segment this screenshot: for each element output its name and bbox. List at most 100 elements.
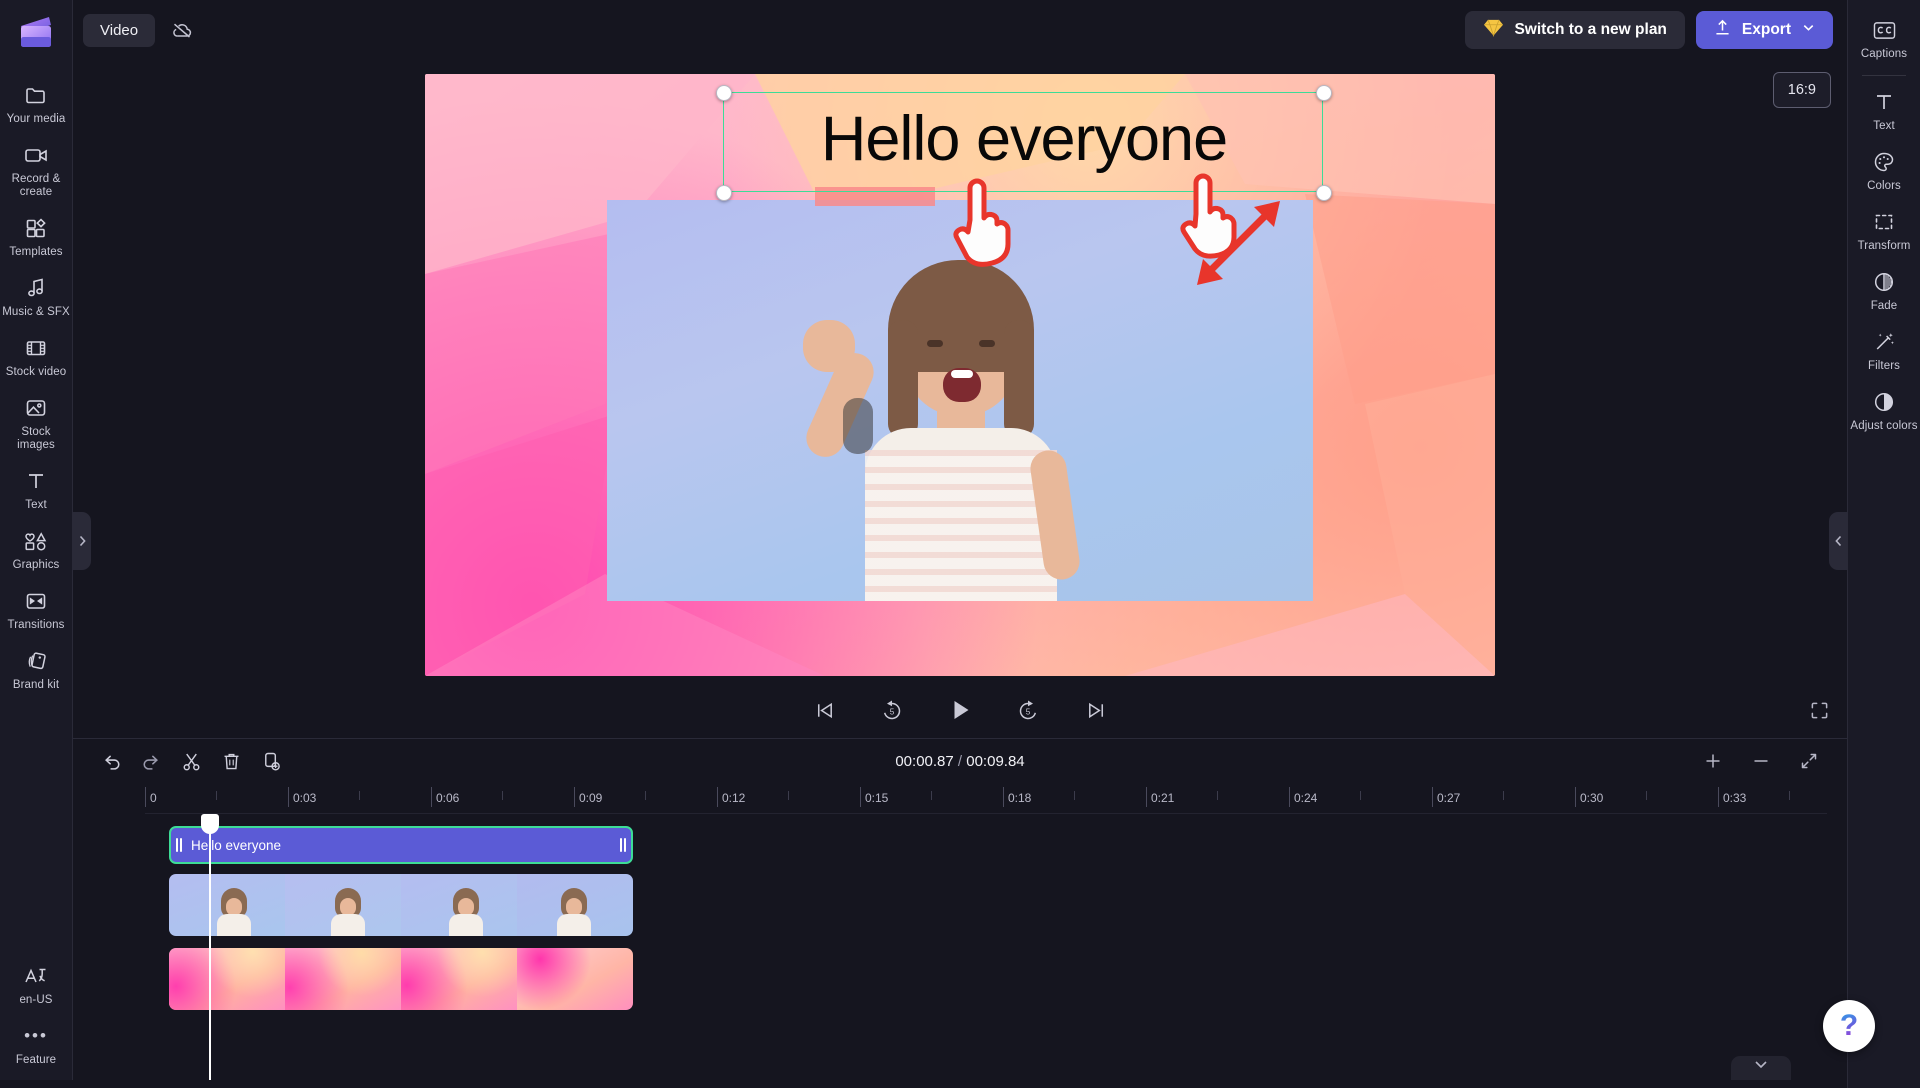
ruler-label: 0:03 [293,791,317,805]
ruler-label: 0 [150,791,157,805]
sidebar-item-music-sfx[interactable]: Music & SFX [0,266,72,326]
cloud-off-icon[interactable] [167,15,197,45]
ruler-label: 0:30 [1580,791,1604,805]
timeline-track-text: Hello everyone [145,826,1847,864]
sidebar-item-language[interactable]: en-US [0,954,72,1014]
right-item-label: Fade [1870,300,1898,312]
timeline: 00:00.87 / 00:09.84 0 0:03 0:06 0:09 0:1… [73,738,1847,1080]
background-thumbnail [401,948,517,1010]
sidebar-item-label: Brand kit [12,679,60,691]
chevron-right-icon [79,535,86,547]
delete-trash-icon[interactable] [211,743,251,779]
ruler-label: 0:27 [1437,791,1461,805]
timeline-clip-text[interactable]: Hello everyone [169,826,633,864]
switch-plan-label: Switch to a new plan [1514,21,1667,38]
cc-icon [1872,17,1897,43]
sidebar-item-your-media[interactable]: Your media [0,73,72,133]
timeline-ruler[interactable]: 0 0:03 0:06 0:09 0:12 0:15 0:18 0:21 0:2… [145,783,1827,814]
split-scissors-icon[interactable] [171,743,211,779]
zoom-out-button[interactable] [1741,743,1781,779]
timeline-toolbar: 00:00.87 / 00:09.84 [73,739,1847,783]
sidebar-item-brand-kit[interactable]: Brand kit [0,639,72,699]
skip-to-end-icon[interactable] [1076,690,1116,730]
redo-icon[interactable] [131,743,171,779]
sidebar-item-feature[interactable]: ••• Feature [0,1014,72,1074]
palette-icon [1872,149,1896,175]
player-controls: 5 5 [73,682,1847,738]
sidebar-item-stock-video[interactable]: Stock video [0,326,72,386]
resize-handle-bottom-left[interactable] [716,185,732,201]
rewind-5s-icon[interactable]: 5 [872,690,912,730]
right-item-label: Colors [1867,180,1901,192]
text-t-icon [24,468,48,494]
aspect-ratio-button[interactable]: 16:9 [1772,72,1831,108]
sidebar-item-label: Transitions [7,619,65,631]
timeline-collapse-button[interactable] [1731,1056,1791,1080]
fullscreen-icon[interactable] [1791,690,1847,730]
right-sidebar: Captions Text Colors Transform Fade Filt… [1847,0,1920,1088]
fit-to-screen-button[interactable] [1789,743,1829,779]
right-item-adjust-colors[interactable]: Adjust colors [1848,380,1920,440]
export-button[interactable]: Export [1695,11,1833,49]
current-time: 00:00.87 [895,752,954,770]
sidebar-item-text[interactable]: Text [0,459,72,519]
preview-stage: 16:9 Hello everyone [73,60,1847,682]
help-question-icon: ? [1839,1009,1859,1042]
right-item-fade[interactable]: Fade [1848,260,1920,320]
sidebar-item-stock-images[interactable]: Stock images [0,386,72,459]
right-item-text[interactable]: Text [1848,80,1920,140]
zoom-in-button[interactable] [1693,743,1733,779]
skip-to-start-icon[interactable] [804,690,844,730]
right-item-filters[interactable]: Filters [1848,320,1920,380]
video-thumbnail [169,874,285,936]
sidebar-bottom: en-US ••• Feature [0,954,72,1080]
sidebar-item-label: Graphics [12,559,60,571]
right-item-colors[interactable]: Colors [1848,140,1920,200]
right-item-label: Filters [1867,360,1900,372]
play-button[interactable] [940,690,980,730]
sidebar-item-record-create[interactable]: Record & create [0,133,72,206]
music-note-icon [24,275,48,301]
resize-handle-top-left[interactable] [716,85,732,101]
undo-icon[interactable] [91,743,131,779]
clip-handle-left[interactable] [171,828,187,862]
resize-handle-bottom-right[interactable] [1316,185,1332,201]
video-layer[interactable] [607,200,1313,601]
project-type-chip[interactable]: Video [83,13,156,47]
timeline-zoom-controls [1693,743,1829,779]
sidebar-item-label: Stock video [5,366,67,378]
ruler-label: 0:06 [436,791,460,805]
sidebar-item-templates[interactable]: Templates [0,206,72,266]
chevron-down-icon [1755,1061,1767,1069]
switch-plan-button[interactable]: Switch to a new plan [1465,11,1685,49]
right-item-transform[interactable]: Transform [1848,200,1920,260]
left-panel-toggle[interactable] [73,512,91,570]
clip-handle-right[interactable] [615,828,631,862]
person-eye-right [979,340,995,347]
forward-5s-icon[interactable]: 5 [1008,690,1048,730]
preview-canvas[interactable]: Hello everyone [425,74,1495,676]
transitions-icon [24,588,48,614]
sidebar-item-graphics[interactable]: Graphics [0,519,72,579]
right-panel-toggle[interactable] [1829,512,1847,570]
timeline-clip-video[interactable] [169,874,633,936]
left-sidebar: Your media Record & create Templates Mus… [0,0,73,1080]
sidebar-item-label: Record & create [11,173,61,198]
sidebar-item-transitions[interactable]: Transitions [0,579,72,639]
right-item-label: Captions [1860,48,1908,60]
clipchamp-logo [15,13,57,55]
film-strip-icon [24,335,48,361]
right-item-captions[interactable]: Captions [1848,8,1920,68]
person-hair-right [1004,320,1034,438]
total-time: 00:09.84 [966,752,1025,770]
duplicate-icon[interactable] [251,743,291,779]
export-label: Export [1741,21,1791,38]
ruler-label: 0:12 [722,791,746,805]
resize-handle-top-right[interactable] [1316,85,1332,101]
clip-label: Hello everyone [191,837,282,853]
timeline-clip-background[interactable] [169,948,633,1010]
help-button[interactable]: ? [1823,1000,1875,1052]
brand-kit-icon [24,648,48,674]
text-overlay-box[interactable]: Hello everyone [723,92,1323,192]
more-dots-icon: ••• [24,1026,48,1045]
